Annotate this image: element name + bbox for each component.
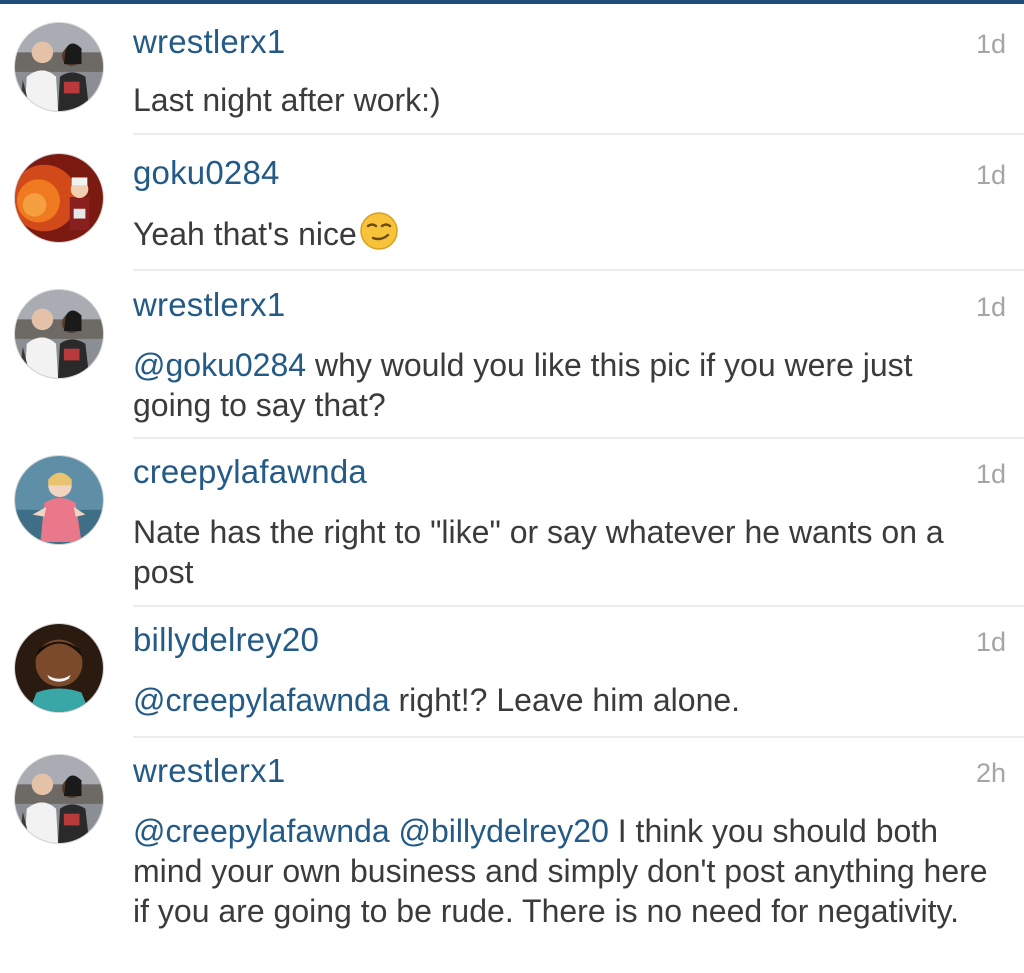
comment-timestamp: 1d [975, 292, 1006, 322]
comment-divider [133, 736, 1024, 738]
mention-link[interactable]: @billydelrey20 [399, 813, 609, 849]
top-bar [0, 0, 1024, 4]
comment-timestamp: 1d [975, 627, 1006, 657]
couple-photo-avatar[interactable] [14, 22, 104, 112]
comment-text: Last night after work:) [133, 80, 993, 120]
comment-username[interactable]: wrestlerx1 [133, 285, 285, 325]
comment-text-body: Nate has the right to "like" or say what… [133, 514, 944, 590]
comment-username[interactable]: goku0284 [133, 153, 280, 193]
comment-timestamp: 1d [975, 459, 1006, 489]
comment-text-body: Yeah that's nice [133, 216, 357, 252]
mention-link[interactable]: @creepylafawnda [133, 813, 390, 849]
couple-photo-avatar[interactable] [14, 289, 104, 379]
comment-text: @creepylafawnda @billydelrey20 I think y… [133, 811, 993, 931]
comment-text: @goku0284 why would you like this pic if… [133, 345, 993, 425]
comment-username[interactable]: creepylafawnda [133, 452, 367, 492]
comment-timestamp: 2h [975, 758, 1006, 788]
comment-divider [133, 269, 1024, 271]
comment-timestamp: 1d [975, 160, 1006, 190]
comment-divider [133, 133, 1024, 135]
comment-divider [133, 605, 1024, 607]
smirking-face-emoji [359, 211, 399, 251]
comment-timestamp: 1d [975, 29, 1006, 59]
couple-photo-avatar[interactable] [14, 754, 104, 844]
comment-text-body: right!? Leave him alone. [389, 682, 741, 718]
doll-photo-avatar[interactable] [14, 455, 104, 545]
comment-text: Nate has the right to "like" or say what… [133, 512, 993, 592]
comment-username[interactable]: wrestlerx1 [133, 751, 285, 791]
comment-divider [133, 437, 1024, 439]
anime-character-avatar[interactable] [14, 153, 104, 243]
comment-text-body: Last night after work:) [133, 82, 441, 118]
person-selfie-avatar[interactable] [14, 623, 104, 713]
comment-username[interactable]: billydelrey20 [133, 620, 319, 660]
mention-link[interactable]: @creepylafawnda [133, 682, 390, 718]
mention-link[interactable]: @goku0284 [133, 347, 306, 383]
comment-text: @creepylafawnda right!? Leave him alone. [133, 680, 993, 720]
comment-username[interactable]: wrestlerx1 [133, 22, 285, 62]
comment-text: Yeah that's nice [133, 211, 993, 254]
